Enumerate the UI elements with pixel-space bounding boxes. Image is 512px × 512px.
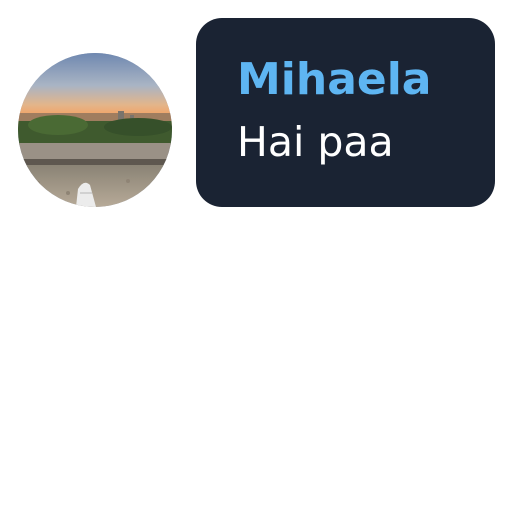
avatar[interactable]	[18, 53, 172, 207]
sender-name: Mihaela	[237, 54, 432, 105]
message-text: Hai paa	[237, 118, 394, 166]
avatar-photo	[18, 53, 172, 207]
message-bubble[interactable]: Mihaela Hai paa	[196, 18, 495, 207]
chat-message-sticker: Mihaela Hai paa	[0, 0, 512, 512]
